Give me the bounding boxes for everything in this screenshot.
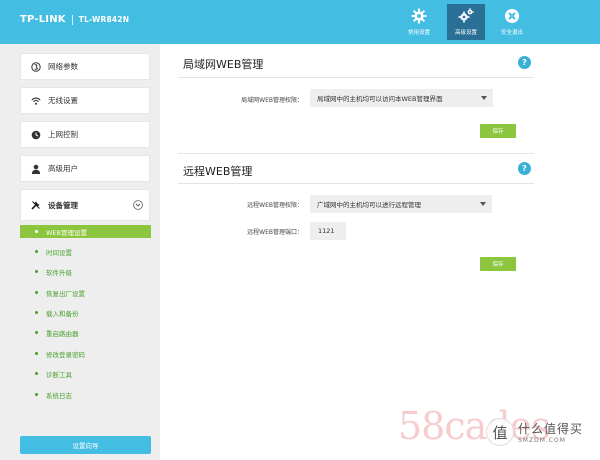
- submenu-time-settings[interactable]: 时间设置: [20, 245, 151, 258]
- sidebar-menu-advanced-user[interactable]: 高级用户: [20, 155, 150, 182]
- section-divider: [178, 183, 534, 184]
- submenu-label: 软件升级: [46, 268, 72, 277]
- globe-icon: [31, 61, 41, 72]
- smzdm-badge: 值: [486, 418, 514, 446]
- remote-permission-label: 远程WEB管理权限：: [247, 202, 303, 209]
- smzdm-sub-text: SMZDM.COM: [518, 437, 566, 444]
- caret-down-icon: [481, 96, 487, 100]
- submenu-label: 恢复出厂设置: [46, 289, 85, 298]
- smzdm-main-text: 什么值得买: [518, 422, 584, 436]
- nav-logout[interactable]: 安全退出: [493, 4, 531, 40]
- submenu-label: 时间设置: [46, 248, 72, 257]
- remote-permission-select[interactable]: 广域网中的主机均可以进行远程管理: [310, 195, 492, 213]
- setup-wizard-button[interactable]: 设置向导: [20, 436, 151, 454]
- gears-icon: [458, 8, 474, 23]
- remote-port-input[interactable]: 1121: [310, 222, 346, 240]
- menu-label: 无线设置: [48, 96, 78, 105]
- submenu-factory-reset[interactable]: 恢复出厂设置: [20, 286, 151, 299]
- submenu-label: 重启路由器: [46, 329, 79, 338]
- lan-section-title: 局域网WEB管理: [183, 58, 264, 71]
- close-circle-icon: [505, 9, 519, 23]
- submenu-label: WEB管理设置: [46, 228, 87, 237]
- section-divider: [178, 77, 534, 78]
- menu-label: 上网控制: [48, 130, 78, 139]
- submenu-system-log[interactable]: 系统日志: [20, 388, 151, 401]
- chevron-down-icon[interactable]: [133, 200, 143, 210]
- select-value: 局域网中的主机均可以访问本WEB管理界面: [317, 95, 443, 103]
- lan-save-button[interactable]: 保存: [480, 124, 516, 138]
- submenu-firmware-upgrade[interactable]: 软件升级: [20, 265, 151, 278]
- nav-common-settings[interactable]: 常用设置: [400, 4, 438, 40]
- sidebar-menu-network[interactable]: 网络参数: [20, 53, 150, 80]
- internet-control-icon: [31, 130, 41, 139]
- submenu-label: 诊断工具: [46, 370, 72, 379]
- remote-port-label: 远程WEB管理端口：: [247, 229, 303, 236]
- menu-label: 设备管理: [48, 200, 78, 210]
- router-model: TL-WR842N: [78, 15, 130, 24]
- sidebar-menu-internet-control[interactable]: 上网控制: [20, 121, 150, 148]
- nav-advanced-settings[interactable]: 高级设置: [447, 4, 485, 40]
- remote-save-button[interactable]: 保存: [480, 257, 516, 271]
- nav-label: 安全退出: [500, 30, 523, 36]
- wifi-icon: [31, 97, 41, 105]
- lan-permission-select[interactable]: 局域网中的主机均可以访问本WEB管理界面: [310, 89, 493, 107]
- bullet-icon: [35, 270, 38, 273]
- section-divider: [178, 153, 534, 154]
- select-value: 广域网中的主机均可以进行远程管理: [317, 201, 421, 209]
- submenu-reboot[interactable]: 重启路由器: [20, 326, 151, 339]
- gear-icon: [411, 8, 427, 24]
- bullet-icon: [35, 331, 38, 334]
- top-header: TP-LINK TL-WR842N 常用设置 高级设置 安全退出: [0, 0, 600, 44]
- bullet-icon: [35, 372, 38, 375]
- nav-label: 高级设置: [454, 30, 477, 36]
- help-icon[interactable]: ?: [518, 56, 531, 69]
- bullet-icon: [35, 250, 38, 253]
- bullet-icon: [35, 393, 38, 396]
- tools-icon: [31, 201, 40, 210]
- bullet-icon: [35, 291, 38, 294]
- menu-label: 网络参数: [48, 62, 78, 71]
- lan-permission-label: 局域网WEB管理权限：: [241, 97, 303, 104]
- submenu-label: 载入和备份: [46, 309, 79, 318]
- user-icon: [31, 164, 41, 174]
- submenu-diagnostics[interactable]: 诊断工具: [20, 367, 151, 380]
- sidebar-menu-wireless[interactable]: 无线设置: [20, 87, 150, 114]
- remote-section-title: 远程WEB管理: [183, 165, 253, 178]
- brand-divider: [71, 14, 73, 25]
- help-icon[interactable]: ?: [518, 162, 531, 175]
- bullet-icon: [35, 352, 38, 355]
- bullet-icon: [35, 230, 38, 233]
- submenu-label: 系统日志: [46, 391, 72, 400]
- submenu-label: 修改登录密码: [46, 350, 85, 359]
- submenu-change-password[interactable]: 修改登录密码: [20, 347, 151, 360]
- brand-logo: TP-LINK TL-WR842N: [20, 14, 129, 25]
- nav-label: 常用设置: [407, 30, 430, 36]
- menu-label: 高级用户: [48, 164, 78, 173]
- sidebar-menu-device-management[interactable]: 设备管理: [20, 189, 150, 221]
- submenu-backup-restore[interactable]: 载入和备份: [20, 306, 151, 319]
- bullet-icon: [35, 311, 38, 314]
- smzdm-logo: 值 什么值得买 SMZDM.COM: [486, 418, 583, 446]
- submenu-web-management[interactable]: WEB管理设置: [20, 225, 151, 238]
- caret-down-icon: [480, 202, 486, 206]
- brand-name: TP-LINK: [20, 14, 66, 25]
